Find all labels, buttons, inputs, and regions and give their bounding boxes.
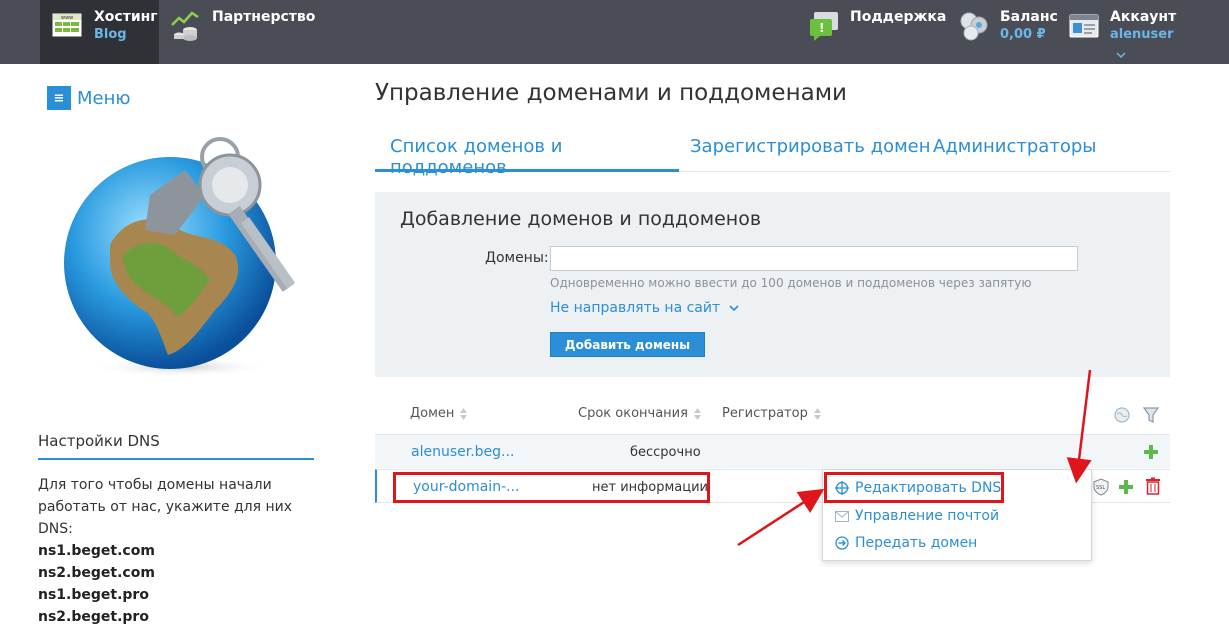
- filter-funnel-icon[interactable]: [1143, 406, 1159, 424]
- nav-partnership-title: Партнерство: [212, 9, 316, 25]
- sort-icon[interactable]: [693, 407, 702, 421]
- no-redirect-label[interactable]: Не направлять на сайт: [550, 300, 720, 316]
- nav-hosting-sub: Blog: [94, 27, 127, 42]
- table-row[interactable]: alenuser.beg... бессрочно: [375, 434, 1170, 468]
- domains-hint: Одновременно можно ввести до 100 доменов…: [550, 276, 1032, 290]
- balance-coins-icon: [960, 12, 988, 41]
- menu-item-mail-management-label[interactable]: Управление почтой: [855, 508, 999, 524]
- tab-administrators[interactable]: Администраторы: [918, 130, 1111, 172]
- ssl-shield-icon[interactable]: SSL: [1092, 478, 1110, 496]
- chevron-down-icon[interactable]: [1116, 52, 1126, 59]
- column-header-expiration-label: Срок окончания: [578, 406, 688, 421]
- dns-server-3: ns1.beget.pro: [38, 587, 149, 603]
- support-chat-icon: !: [810, 12, 838, 41]
- add-subdomain-icon[interactable]: [1118, 479, 1134, 495]
- sort-icon[interactable]: [459, 407, 468, 421]
- dns-settings-title: Настройки DNS: [38, 432, 314, 460]
- column-header-registrar-label: Регистратор: [722, 406, 808, 421]
- column-header-domain[interactable]: Домен: [410, 406, 468, 421]
- sort-icon[interactable]: [813, 407, 822, 421]
- expiration-value: бессрочно: [630, 445, 701, 460]
- menu-item-mail-management[interactable]: Управление почтой: [835, 508, 999, 524]
- dns-server-4: ns2.beget.pro: [38, 609, 149, 625]
- add-domains-title: Добавление доменов и поддоменов: [400, 208, 762, 230]
- menu-item-transfer-domain[interactable]: Передать домен: [835, 535, 977, 551]
- no-redirect-dropdown[interactable]: Не направлять на сайт: [550, 300, 739, 316]
- hosting-icon: www: [52, 13, 82, 37]
- page-title: Управление доменами и поддоменами: [375, 80, 847, 106]
- envelope-icon: [835, 510, 849, 522]
- svg-text:SSL: SSL: [1096, 485, 1105, 491]
- column-header-domain-label: Домен: [410, 406, 455, 421]
- nav-balance-title: Баланс: [1000, 9, 1058, 25]
- nav-balance[interactable]: Баланс 0,00 ₽: [958, 0, 1058, 64]
- globe-filter-icon[interactable]: [1113, 406, 1131, 424]
- dns-settings-description: Для того чтобы домены начали работать от…: [38, 477, 293, 537]
- nav-partnership[interactable]: Партнерство: [170, 0, 315, 64]
- menu-label: Меню: [77, 87, 131, 109]
- nav-hosting[interactable]: www Хостинг Blog: [40, 0, 159, 64]
- nav-support[interactable]: ! Поддержка: [808, 0, 946, 64]
- dns-settings-panel: Настройки DNS Для того чтобы домены нача…: [38, 432, 314, 628]
- domain-link[interactable]: alenuser.beg...: [411, 444, 514, 460]
- domains-field-label: Домены:: [485, 250, 549, 266]
- sidebar-menu-toggle[interactable]: ≡ Меню: [47, 86, 131, 110]
- domain-row-highlight: [393, 472, 710, 503]
- svg-text:www: www: [61, 15, 73, 21]
- top-navigation-bar: www Хостинг Blog Партнерство ! Поддержка: [0, 0, 1229, 64]
- chart-coins-icon: [171, 11, 199, 41]
- hamburger-menu-icon[interactable]: ≡: [47, 86, 71, 110]
- add-domains-button[interactable]: Добавить домены: [550, 332, 705, 357]
- tab-domain-list[interactable]: Список доменов и поддоменов: [375, 130, 679, 178]
- nav-account[interactable]: Аккаунт alenuser: [1068, 0, 1176, 64]
- dns-server-1: ns1.beget.com: [38, 543, 155, 559]
- svg-text:!: !: [819, 21, 824, 35]
- tab-register-domain[interactable]: Зарегистрировать домен: [675, 130, 946, 172]
- add-domains-panel: Добавление доменов и поддоменов Домены: …: [375, 192, 1170, 377]
- nav-account-user: alenuser: [1110, 27, 1174, 42]
- nav-support-title: Поддержка: [850, 9, 947, 25]
- column-header-expiration[interactable]: Срок окончания: [578, 406, 702, 421]
- tab-bar: Список доменов и поддоменов Зарегистриро…: [375, 130, 1170, 178]
- domains-input[interactable]: [550, 246, 1078, 271]
- dns-server-2: ns2.beget.com: [38, 565, 155, 581]
- nav-balance-value: 0,00 ₽: [1000, 27, 1046, 42]
- edit-dns-highlight: [824, 472, 1004, 503]
- nav-account-title: Аккаунт: [1110, 9, 1177, 25]
- transfer-arrow-icon: [835, 536, 849, 550]
- account-card-icon: [1069, 14, 1099, 38]
- add-subdomain-icon[interactable]: [1143, 444, 1159, 460]
- column-header-registrar[interactable]: Регистратор: [722, 406, 822, 421]
- trash-icon[interactable]: [1145, 477, 1161, 495]
- nav-hosting-title: Хостинг: [94, 9, 158, 25]
- menu-item-transfer-domain-label[interactable]: Передать домен: [855, 535, 977, 551]
- chevron-down-icon[interactable]: [729, 305, 739, 312]
- globe-keys-illustration: [64, 137, 295, 377]
